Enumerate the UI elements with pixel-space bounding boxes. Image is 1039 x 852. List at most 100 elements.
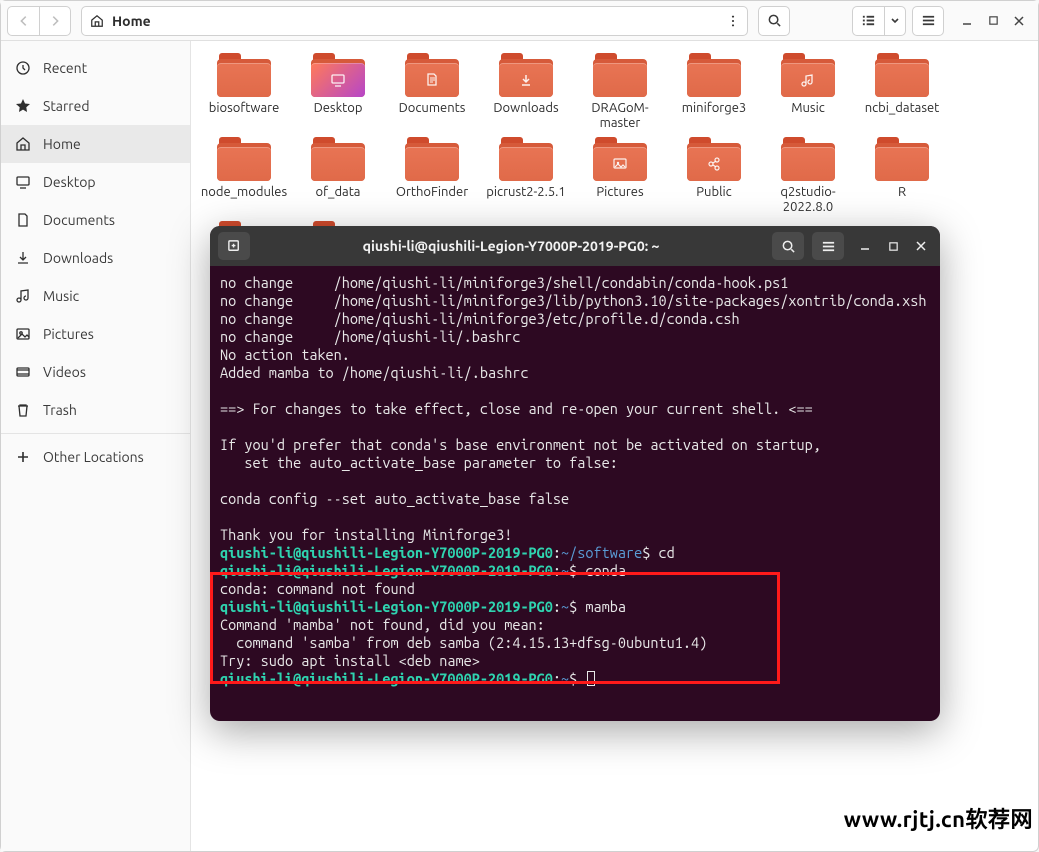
- folder-icon: [781, 53, 835, 97]
- folder-label: Pictures: [596, 185, 643, 200]
- sidebar-item-label: Pictures: [43, 326, 94, 342]
- folder-item[interactable]: of_data: [291, 137, 385, 215]
- sidebar-item-label: Music: [43, 288, 79, 304]
- folder-item[interactable]: Public: [667, 137, 761, 215]
- sidebar-item-label: Videos: [43, 364, 86, 380]
- folder-item[interactable]: Pictures: [573, 137, 667, 215]
- folder-icon: [405, 137, 459, 181]
- sidebar-item-starred[interactable]: Starred: [1, 87, 190, 125]
- terminal-title: qiushi-li@qiushili-Legion-Y7000P-2019-PG…: [258, 238, 764, 254]
- folder-item[interactable]: OrthoFinder: [385, 137, 479, 215]
- back-button[interactable]: [7, 6, 39, 36]
- hamburger-button[interactable]: [912, 6, 944, 36]
- terminal-user: qiushi-li@qiushili-Legion-Y7000P-2019-PG…: [220, 598, 553, 615]
- folder-icon: [687, 53, 741, 97]
- terminal-text: no change /home/qiushi-li/miniforge3/she…: [220, 274, 926, 543]
- folder-icon: [875, 137, 929, 181]
- home-icon: [90, 14, 104, 28]
- folder-item[interactable]: biosoftware: [197, 53, 291, 131]
- folder-label: R: [898, 185, 906, 200]
- sidebar-item-label: Desktop: [43, 174, 96, 190]
- path-menu-icon[interactable]: [727, 14, 739, 28]
- terminal-search-button[interactable]: [772, 232, 804, 260]
- sidebar-item-music[interactable]: Music: [1, 277, 190, 315]
- folder-label: biosoftware: [209, 101, 280, 116]
- terminal-headerbar: qiushi-li@qiushili-Legion-Y7000P-2019-PG…: [210, 226, 940, 266]
- maximize-button[interactable]: [986, 14, 1000, 28]
- folder-icon: [593, 53, 647, 97]
- headerbar: Home: [1, 1, 1038, 41]
- folder-label: ncbi_dataset: [865, 101, 940, 116]
- close-button[interactable]: [1012, 14, 1026, 28]
- folder-item[interactable]: node_modules: [197, 137, 291, 215]
- terminal-output[interactable]: no change /home/qiushi-li/miniforge3/she…: [210, 266, 940, 696]
- folder-item[interactable]: Desktop: [291, 53, 385, 131]
- terminal-close-button[interactable]: [914, 239, 928, 253]
- terminal-text: conda: command not found: [220, 580, 415, 597]
- folder-icon: [499, 53, 553, 97]
- forward-button[interactable]: [39, 6, 71, 36]
- folder-icon: [875, 53, 929, 97]
- sidebar-item-downloads[interactable]: Downloads: [1, 239, 190, 277]
- view-dropdown-button[interactable]: [884, 6, 906, 36]
- folder-icon: [217, 137, 271, 181]
- sidebar-item-label: Downloads: [43, 250, 113, 266]
- terminal-text: Command 'mamba' not found, did you mean:…: [220, 616, 707, 669]
- sidebar-item-desktop[interactable]: Desktop: [1, 163, 190, 201]
- folder-icon: [499, 137, 553, 181]
- folder-item[interactable]: Music: [761, 53, 855, 131]
- terminal-cmd: conda: [585, 562, 626, 579]
- folder-label: picrust2-2.5.1: [486, 185, 565, 200]
- terminal-user: qiushi-li@qiushili-Legion-Y7000P-2019-PG…: [220, 562, 553, 579]
- terminal-path: ~/software: [561, 544, 642, 561]
- watermark: www.rjtj.cn软荐网: [844, 802, 1033, 834]
- view-list-button[interactable]: [852, 6, 884, 36]
- sidebar-item-trash[interactable]: Trash: [1, 391, 190, 429]
- folder-label: node_modules: [201, 185, 287, 200]
- terminal-path: ~: [561, 670, 569, 687]
- folder-item[interactable]: miniforge3: [667, 53, 761, 131]
- terminal-minimize-button[interactable]: [858, 239, 872, 253]
- folder-item[interactable]: ncbi_dataset: [855, 53, 949, 131]
- folder-item[interactable]: Documents: [385, 53, 479, 131]
- terminal-path: ~: [561, 598, 569, 615]
- folder-item[interactable]: DRAGoM-master: [573, 53, 667, 131]
- breadcrumb-home: Home: [112, 13, 151, 29]
- sidebar-item-pictures[interactable]: Pictures: [1, 315, 190, 353]
- folder-item[interactable]: Downloads: [479, 53, 573, 131]
- folder-icon: [687, 137, 741, 181]
- sidebar-item-label: Other Locations: [43, 449, 144, 465]
- folder-label: Desktop: [314, 101, 363, 116]
- folder-icon: [405, 53, 459, 97]
- terminal-user: qiushi-li@qiushili-Legion-Y7000P-2019-PG…: [220, 544, 553, 561]
- terminal-menu-button[interactable]: [812, 232, 844, 260]
- terminal-cmd: cd: [659, 544, 675, 561]
- sidebar-item-documents[interactable]: Documents: [1, 201, 190, 239]
- terminal-maximize-button[interactable]: [886, 239, 900, 253]
- path-bar[interactable]: Home: [81, 6, 748, 36]
- folder-label: Downloads: [493, 101, 558, 116]
- sidebar-item-videos[interactable]: Videos: [1, 353, 190, 391]
- terminal-window: qiushi-li@qiushili-Legion-Y7000P-2019-PG…: [210, 226, 940, 721]
- folder-icon: [311, 137, 365, 181]
- sidebar-item-other-locations[interactable]: Other Locations: [1, 433, 190, 475]
- folder-item[interactable]: picrust2-2.5.1: [479, 137, 573, 215]
- sidebar-item-label: Starred: [43, 98, 90, 114]
- search-button[interactable]: [758, 6, 790, 36]
- sidebar-item-label: Trash: [43, 402, 77, 418]
- new-tab-button[interactable]: [218, 232, 250, 260]
- folder-item[interactable]: q2studio-2022.8.0: [761, 137, 855, 215]
- sidebar-item-label: Recent: [43, 60, 87, 76]
- folder-label: q2studio-2022.8.0: [763, 185, 853, 215]
- sidebar-item-home[interactable]: Home: [1, 125, 190, 163]
- terminal-path: ~: [561, 562, 569, 579]
- terminal-cursor: [587, 671, 595, 686]
- minimize-button[interactable]: [960, 14, 974, 28]
- folder-label: Music: [791, 101, 825, 116]
- folder-icon: [311, 53, 365, 97]
- folder-item[interactable]: R: [855, 137, 949, 215]
- terminal-user: qiushi-li@qiushili-Legion-Y7000P-2019-PG…: [220, 670, 553, 687]
- folder-label: Documents: [399, 101, 466, 116]
- folder-icon: [781, 137, 835, 181]
- sidebar-item-recent[interactable]: Recent: [1, 49, 190, 87]
